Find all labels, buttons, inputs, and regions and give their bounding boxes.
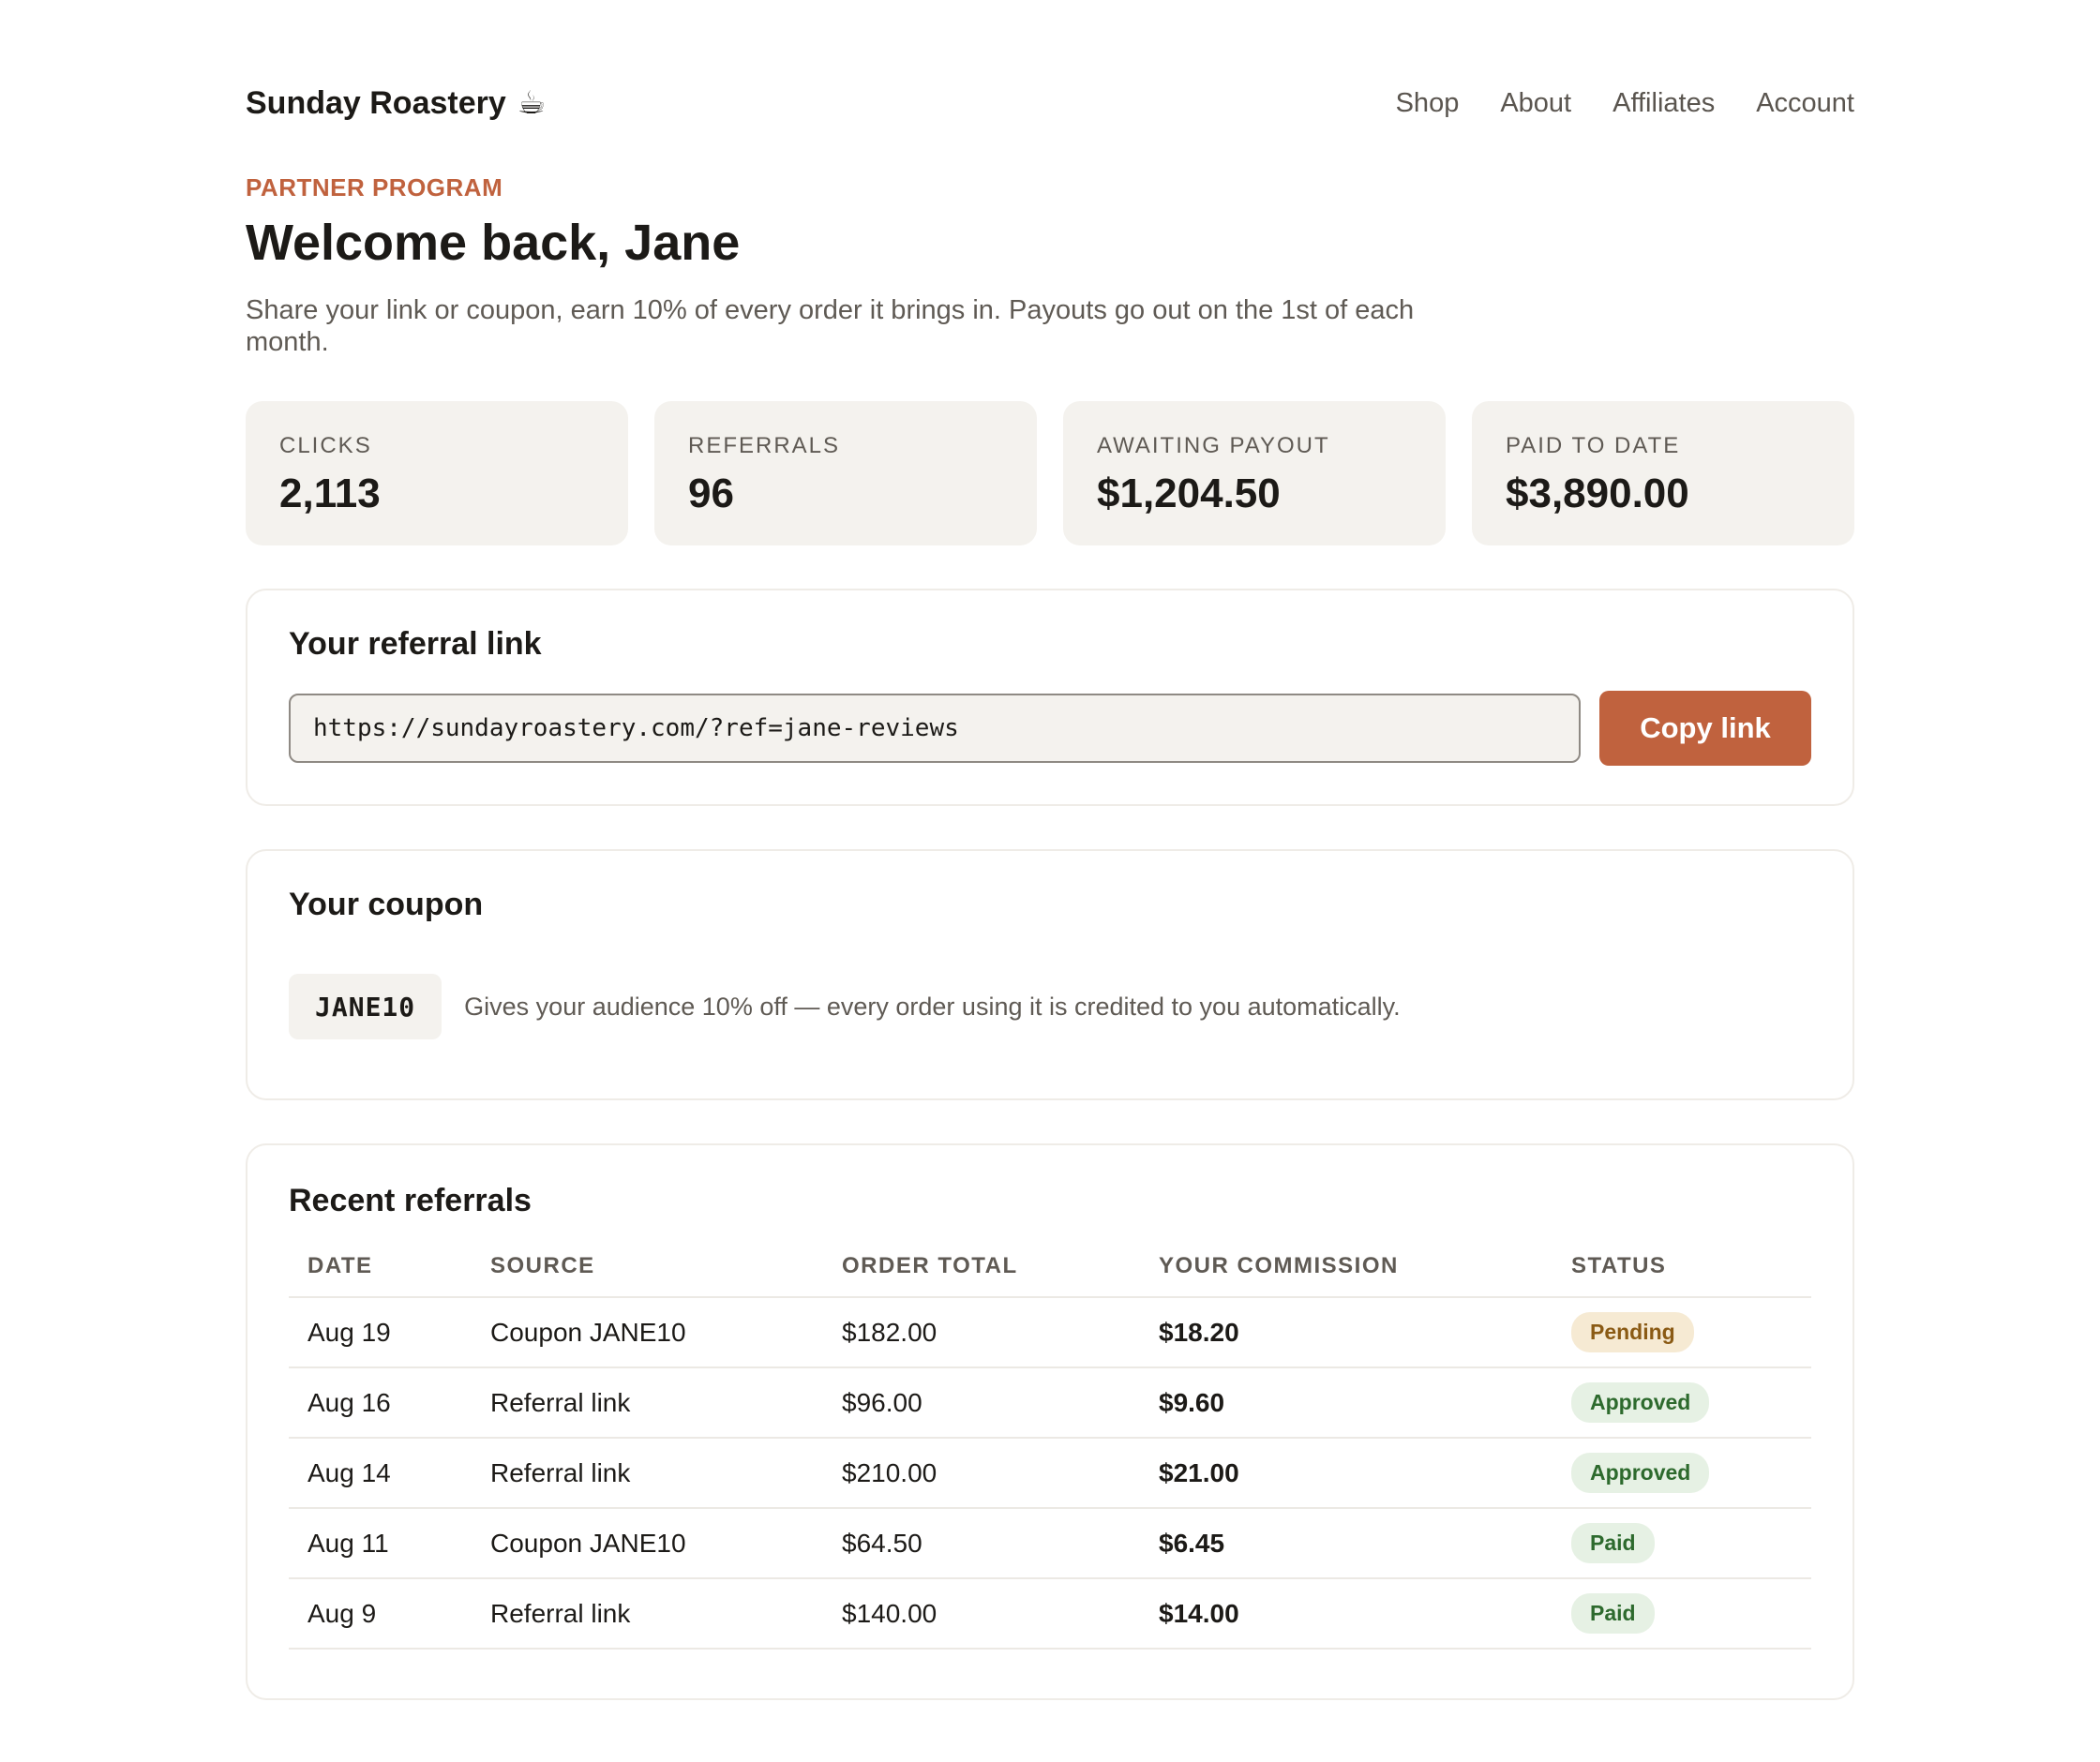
recent-referrals-title: Recent referrals: [289, 1183, 532, 1218]
cell-order-total: $64.50: [823, 1508, 1140, 1579]
referrals-table: DATE SOURCE ORDER TOTAL YOUR COMMISSION …: [289, 1253, 1811, 1650]
column-header-date: DATE: [289, 1253, 472, 1298]
table-row: Aug 16 Referral link $96.00 $9.60 Approv…: [289, 1367, 1811, 1439]
nav-shop-link[interactable]: Shop: [1396, 88, 1460, 119]
cell-source: Referral link: [472, 1438, 823, 1509]
stat-value: 2,113: [279, 470, 381, 516]
eyebrow-label: PARTNER PROGRAM: [246, 173, 503, 202]
stat-card-referrals: REFERRALS 96: [654, 401, 1037, 545]
hero-description: Share your link or coupon, earn 10% of e…: [246, 295, 1415, 357]
stat-value: $1,204.50: [1097, 470, 1281, 516]
stat-label: REFERRALS: [688, 433, 841, 458]
recent-referrals-card: Recent referrals DATE SOURCE ORDER TOTAL…: [246, 1143, 1854, 1700]
cell-status: Approved: [1552, 1438, 1811, 1509]
cell-date: Aug 19: [289, 1297, 472, 1368]
stat-label: AWAITING PAYOUT: [1097, 433, 1330, 458]
stat-value: 96: [688, 470, 734, 516]
cell-commission: $21.00: [1140, 1438, 1552, 1509]
nav-about-link[interactable]: About: [1500, 88, 1571, 119]
referral-link-title: Your referral link: [289, 626, 542, 662]
cell-date: Aug 11: [289, 1508, 472, 1579]
status-badge: Paid: [1571, 1523, 1655, 1563]
referral-link-card: Your referral link Copy link: [246, 589, 1854, 806]
stat-label: CLICKS: [279, 433, 372, 458]
status-badge: Approved: [1571, 1382, 1710, 1423]
cell-commission: $18.20: [1140, 1297, 1552, 1368]
nav-account-link[interactable]: Account: [1756, 88, 1854, 119]
column-header-commission: YOUR COMMISSION: [1140, 1253, 1552, 1298]
table-row: Aug 11 Coupon JANE10 $64.50 $6.45 Paid: [289, 1508, 1811, 1579]
cell-status: Paid: [1552, 1578, 1811, 1650]
column-header-status: STATUS: [1552, 1253, 1811, 1298]
stat-value: $3,890.00: [1506, 470, 1689, 516]
status-badge: Approved: [1571, 1453, 1710, 1493]
cell-date: Aug 9: [289, 1578, 472, 1650]
coffee-cup-icon: ☕: [517, 85, 547, 121]
brand-logo[interactable]: Sunday Roastery ☕: [246, 84, 546, 122]
hero: PARTNER PROGRAM Welcome back, Jane Share…: [246, 173, 1854, 358]
page: Sunday Roastery ☕ Shop About Affiliates …: [0, 0, 2100, 1762]
stat-card-clicks: CLICKS 2,113: [246, 401, 628, 545]
cell-status: Approved: [1552, 1367, 1811, 1439]
page-title: Welcome back, Jane: [246, 215, 741, 271]
status-badge: Paid: [1571, 1593, 1655, 1634]
table-header-row: DATE SOURCE ORDER TOTAL YOUR COMMISSION …: [289, 1253, 1811, 1298]
coupon-description: Gives your audience 10% off — every orde…: [464, 992, 1401, 1021]
coupon-card: Your coupon JANE10 Gives your audience 1…: [246, 849, 1854, 1100]
cell-source: Coupon JANE10: [472, 1297, 823, 1368]
cell-source: Referral link: [472, 1578, 823, 1650]
stat-card-paid-to-date: PAID TO DATE $3,890.00: [1472, 401, 1854, 545]
cell-order-total: $96.00: [823, 1367, 1140, 1439]
table-row: Aug 19 Coupon JANE10 $182.00 $18.20 Pend…: [289, 1297, 1811, 1368]
cell-commission: $6.45: [1140, 1508, 1552, 1579]
stat-label: PAID TO DATE: [1506, 433, 1681, 458]
column-header-source: SOURCE: [472, 1253, 823, 1298]
cell-source: Coupon JANE10: [472, 1508, 823, 1579]
main-nav: Shop About Affiliates Account: [1396, 88, 1854, 119]
coupon-row: JANE10 Gives your audience 10% off — eve…: [289, 974, 1811, 1039]
cell-source: Referral link: [472, 1367, 823, 1439]
copy-link-button[interactable]: Copy link: [1599, 691, 1811, 766]
referral-link-input[interactable]: [289, 694, 1581, 763]
cell-order-total: $210.00: [823, 1438, 1140, 1509]
status-badge: Pending: [1571, 1312, 1694, 1352]
cell-status: Paid: [1552, 1508, 1811, 1579]
cell-date: Aug 14: [289, 1438, 472, 1509]
stat-card-awaiting-payout: AWAITING PAYOUT $1,204.50: [1063, 401, 1446, 545]
coupon-title: Your coupon: [289, 887, 484, 922]
column-header-order-total: ORDER TOTAL: [823, 1253, 1140, 1298]
brand-name: Sunday Roastery: [246, 84, 506, 121]
cell-status: Pending: [1552, 1297, 1811, 1368]
referral-link-row: Copy link: [289, 691, 1811, 766]
cell-date: Aug 16: [289, 1367, 472, 1439]
cell-order-total: $140.00: [823, 1578, 1140, 1650]
nav-affiliates-link[interactable]: Affiliates: [1612, 88, 1715, 119]
coupon-code[interactable]: JANE10: [289, 974, 442, 1039]
table-row: Aug 14 Referral link $210.00 $21.00 Appr…: [289, 1438, 1811, 1509]
table-row: Aug 9 Referral link $140.00 $14.00 Paid: [289, 1578, 1811, 1650]
cell-order-total: $182.00: [823, 1297, 1140, 1368]
cell-commission: $14.00: [1140, 1578, 1552, 1650]
cell-commission: $9.60: [1140, 1367, 1552, 1439]
stats-grid: CLICKS 2,113 REFERRALS 96 AWAITING PAYOU…: [246, 401, 1854, 545]
